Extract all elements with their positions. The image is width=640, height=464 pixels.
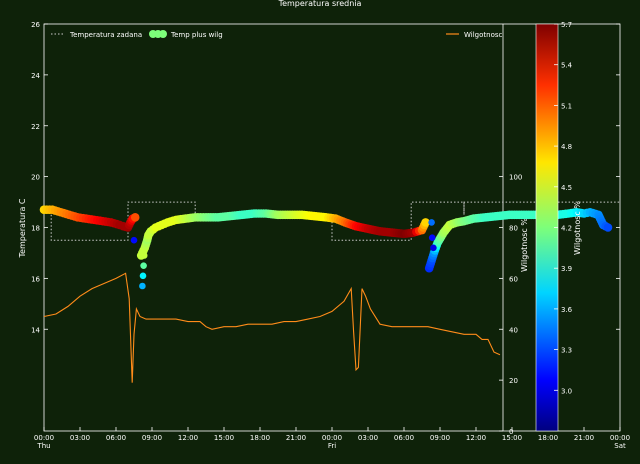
x-tick-label: 00:00 <box>610 434 630 442</box>
x-tick-day-label: Thu <box>36 442 50 450</box>
colorbar-tick-label: 4.2 <box>561 225 572 233</box>
x-tick-label: 18:00 <box>538 434 558 442</box>
scatter-point <box>139 272 147 280</box>
y-tick-label: 14 <box>31 326 40 334</box>
humidity-tick-label: 40 <box>509 326 518 334</box>
humidity-tick-label: 60 <box>509 275 518 283</box>
x-tick-label: 03:00 <box>358 434 378 442</box>
colorbar-tick-label: 3.9 <box>561 265 572 273</box>
y-tick-label: 16 <box>31 275 40 283</box>
x-tick-label: 18:00 <box>250 434 270 442</box>
scatter-point <box>140 262 147 269</box>
scatter-point <box>428 234 436 241</box>
x-tick-label: 00:00 <box>322 434 342 442</box>
y-tick-label: 18 <box>31 225 40 233</box>
x-tick-label: 00:00 <box>34 434 54 442</box>
y-axis-ticks: 14 16 18 20 22 24 26 <box>31 21 620 334</box>
colorbar-tick-label: 3.0 <box>561 387 572 395</box>
scatter-point <box>130 236 138 244</box>
y-axis-label: Temperatura C <box>18 198 27 258</box>
colorbar-tick-label: 5.1 <box>561 102 572 110</box>
y-tick-label: 24 <box>31 72 40 80</box>
scatter-point <box>130 213 140 222</box>
legend-humidity-label: Wilgotnosc <box>464 31 502 39</box>
humidity-tick-label: 0 <box>509 428 513 436</box>
x-tick-label: 21:00 <box>286 434 306 442</box>
x-tick-label: 06:00 <box>394 434 414 442</box>
colorbar-tick-label: 5.4 <box>561 62 573 70</box>
legend: Temperatura zadana Temp plus wilg Wilgot… <box>51 30 502 39</box>
colorbar-tick-label: 5.7 <box>561 21 572 29</box>
scatter-point <box>428 219 435 226</box>
scatter-point <box>139 282 146 290</box>
scatter-point <box>430 244 437 252</box>
colorbar-tick-label: 4.5 <box>561 184 572 192</box>
humidity-tick-label: 80 <box>509 225 518 233</box>
scatter-point <box>603 223 613 232</box>
x-tick-label: 12:00 <box>466 434 486 442</box>
humidity-tick-label: 100 <box>509 174 522 182</box>
legend-scatter-swatch-3 <box>159 30 167 38</box>
colorbar-tick-label: 3.6 <box>561 306 573 314</box>
x-tick-label: 09:00 <box>142 434 162 442</box>
chart-figure: Temperatura srednia Temperatura C 14 16 18… <box>18 0 630 450</box>
chart-title: Temperatura srednia <box>278 0 362 8</box>
humidity-line <box>43 272 501 383</box>
humidity-tick-label: 20 <box>509 377 518 385</box>
x-tick-day-label: Sat <box>614 442 626 450</box>
x-tick-label: 09:00 <box>430 434 450 442</box>
legend-scatter-label: Temp plus wilg <box>170 31 223 39</box>
x-tick-day-label: Fri <box>328 442 336 450</box>
scatter-point <box>140 252 148 259</box>
colorbar-tick-label: 4.8 <box>561 143 572 151</box>
legend-setpoint-label: Temperatura zadana <box>69 31 142 39</box>
colorbar-tick-label: 3.3 <box>561 347 572 355</box>
y-tick-label: 20 <box>31 174 40 182</box>
x-tick-label: 03:00 <box>70 434 90 442</box>
colorbar-label: Wilgotnosc % <box>573 201 582 255</box>
x-tick-label: 15:00 <box>214 434 234 442</box>
x-tick-label: 06:00 <box>106 434 126 442</box>
plot-layer <box>39 201 620 383</box>
humidity-axis-label: Wilgotnosc % <box>520 218 529 272</box>
x-tick-label: 12:00 <box>178 434 198 442</box>
y-tick-label: 22 <box>31 123 40 131</box>
y-tick-label: 26 <box>31 21 40 29</box>
x-tick-label: 21:00 <box>574 434 594 442</box>
